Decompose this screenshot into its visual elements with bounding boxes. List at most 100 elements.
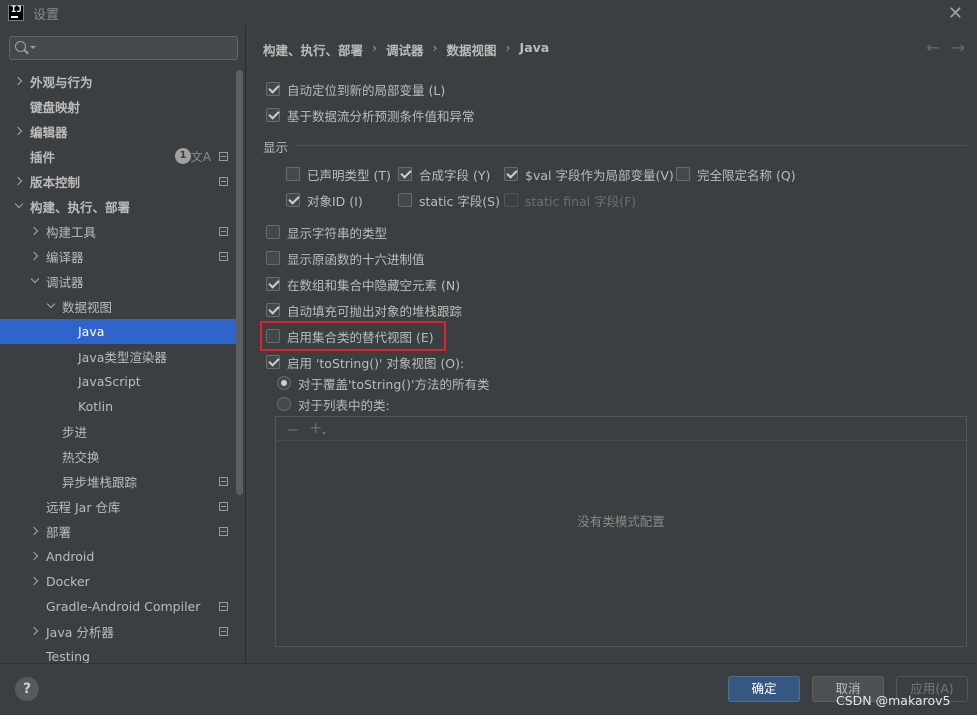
sidebar-item[interactable]: Kotlin xyxy=(0,394,236,419)
sidebar-item-label: 编译器 xyxy=(46,250,84,265)
chevron-right-icon[interactable] xyxy=(29,551,39,561)
synthetic-fields-checkbox[interactable]: 合成字段 (Y) xyxy=(398,165,490,183)
help-icon[interactable]: ? xyxy=(15,677,39,701)
sidebar-item[interactable]: 外观与行为 xyxy=(0,69,236,94)
breadcrumb-item[interactable]: 调试器 xyxy=(386,40,424,59)
project-level-icon xyxy=(219,152,228,161)
sidebar-item[interactable]: Java xyxy=(0,319,236,344)
sidebar-item[interactable]: 数据视图 xyxy=(0,294,236,319)
checkbox-box[interactable] xyxy=(286,167,300,181)
auto-locate-checkbox[interactable]: 自动定位到新的局部变量 (L) xyxy=(266,80,445,98)
checkbox-box[interactable] xyxy=(266,277,280,291)
declared-type-checkbox[interactable]: 已声明类型 (T) xyxy=(286,165,391,183)
checkbox-label: 自动定位到新的局部变量 (L) xyxy=(287,82,446,98)
sidebar-item-label: 部署 xyxy=(46,525,72,540)
static-fields-checkbox[interactable]: static 字段(S) xyxy=(398,191,500,209)
sidebar-item[interactable]: Gradle-Android Compiler xyxy=(0,594,236,619)
back-arrow-icon[interactable]: ← xyxy=(926,38,939,57)
chevron-right-icon[interactable] xyxy=(13,76,23,86)
sidebar-item[interactable]: 键盘映射 xyxy=(0,94,236,119)
class-pattern-list[interactable]: − + 没有类模式配置 xyxy=(275,416,967,647)
chevron-right-icon[interactable] xyxy=(13,126,23,136)
checkbox-box[interactable] xyxy=(286,193,300,207)
sidebar-item[interactable]: 调试器 xyxy=(0,269,236,294)
forward-arrow-icon[interactable]: → xyxy=(952,38,965,57)
sidebar-item[interactable]: Java类型渲染器 xyxy=(0,344,236,369)
object-id-checkbox[interactable]: 对象ID (I) xyxy=(286,191,363,209)
chevron-right-icon[interactable] xyxy=(29,226,39,236)
remove-icon[interactable]: − xyxy=(286,420,299,439)
breadcrumb-item[interactable]: 数据视图 xyxy=(447,40,497,59)
chevron-down-icon[interactable] xyxy=(14,199,24,209)
sidebar-item-label: Java xyxy=(78,324,105,339)
sidebar-item[interactable]: 构建、执行、部署 xyxy=(0,194,236,219)
sidebar-item-label: 编辑器 xyxy=(30,125,68,140)
sidebar-item[interactable]: JavaScript xyxy=(0,369,236,394)
checkbox-box[interactable] xyxy=(266,251,280,265)
radio-label: 对于覆盖'toString()'方法的所有类 xyxy=(298,376,490,392)
radio-all-classes[interactable]: 对于覆盖'toString()'方法的所有类 xyxy=(277,374,489,392)
sidebar-item-label: Testing xyxy=(46,649,90,663)
fqn-checkbox[interactable]: 完全限定名称 (Q) xyxy=(676,165,796,183)
chevron-right-icon[interactable] xyxy=(29,526,39,536)
tostring-view-checkbox[interactable]: 启用 'toString()' 对象视图 (O): xyxy=(266,353,464,371)
radio-circle[interactable] xyxy=(277,376,291,390)
checkbox-box[interactable] xyxy=(266,355,280,369)
breadcrumb-separator: › xyxy=(432,40,438,55)
sidebar-item-label: 异步堆栈跟踪 xyxy=(62,475,138,490)
sidebar-item[interactable]: 部署 xyxy=(0,519,236,544)
search-input[interactable] xyxy=(9,36,238,60)
sidebar-scrollbar[interactable] xyxy=(236,70,243,495)
sidebar-item[interactable]: 版本控制 xyxy=(0,169,236,194)
breadcrumb-item[interactable]: 构建、执行、部署 xyxy=(263,40,363,59)
sidebar-item[interactable]: 编辑器 xyxy=(0,119,236,144)
checkbox-box[interactable] xyxy=(676,167,690,181)
checkbox-box[interactable] xyxy=(398,193,412,207)
hide-null-checkbox[interactable]: 在数组和集合中隐藏空元素 (N) xyxy=(266,275,460,293)
hex-checkbox[interactable]: 显示原函数的十六进制值 xyxy=(266,249,425,267)
checkbox-box[interactable] xyxy=(266,82,280,96)
string-type-checkbox[interactable]: 显示字符串的类型 xyxy=(266,223,387,241)
checkbox-box[interactable] xyxy=(504,167,518,181)
checkbox-box[interactable] xyxy=(266,225,280,239)
val-fields-checkbox[interactable]: $val 字段作为局部变量(V) xyxy=(504,165,674,183)
static-final-fields-checkbox: static final 字段(F) xyxy=(504,191,636,209)
ok-button[interactable]: 确定 xyxy=(728,676,800,702)
radio-circle[interactable] xyxy=(277,397,291,411)
chevron-down-icon[interactable] xyxy=(46,299,56,309)
sidebar-item[interactable]: Testing xyxy=(0,644,236,663)
sidebar-item-label: 外观与行为 xyxy=(30,75,93,90)
add-icon[interactable]: + xyxy=(309,418,327,437)
checkbox-box[interactable] xyxy=(398,167,412,181)
chevron-right-icon[interactable] xyxy=(29,251,39,261)
sidebar-item[interactable]: Java 分析器 xyxy=(0,619,236,644)
chevron-right-icon[interactable] xyxy=(29,576,39,586)
project-level-icon xyxy=(219,477,228,486)
sidebar-item[interactable]: 插件 1 文A xyxy=(0,144,236,169)
dataflow-checkbox[interactable]: 基于数据流分析预测条件值和异常 xyxy=(266,106,475,124)
search-icon xyxy=(15,41,26,52)
settings-tree: 外观与行为键盘映射编辑器插件 1 文A 版本控制 构建、执行、部署 构建工具编译器调试器数… xyxy=(0,69,236,663)
radio-listed-classes[interactable]: 对于列表中的类: xyxy=(277,395,390,413)
sidebar-item[interactable]: 远程 Jar 仓库 xyxy=(0,494,236,519)
sidebar-item[interactable]: Android xyxy=(0,544,236,569)
search-options-caret-icon[interactable] xyxy=(30,46,36,49)
section-title-display: 显示 xyxy=(263,140,289,155)
window-title: 设置 xyxy=(33,7,60,23)
chevron-right-icon[interactable] xyxy=(29,626,39,636)
update-count-badge: 1 xyxy=(175,148,191,164)
stacktrace-checkbox[interactable]: 自动填充可抛出对象的堆栈跟踪 xyxy=(266,301,462,319)
sidebar-item[interactable]: 热交换 xyxy=(0,444,236,469)
checkbox-box[interactable] xyxy=(266,108,280,122)
breadcrumb-separator: › xyxy=(505,40,511,55)
sidebar-item[interactable]: Docker xyxy=(0,569,236,594)
sidebar-item[interactable]: 步进 xyxy=(0,419,236,444)
close-icon[interactable]: ✕ xyxy=(948,3,963,24)
sidebar-item[interactable]: 异步堆栈跟踪 xyxy=(0,469,236,494)
sidebar-item[interactable]: 编译器 xyxy=(0,244,236,269)
project-level-icon xyxy=(219,177,228,186)
sidebar-item[interactable]: 构建工具 xyxy=(0,219,236,244)
chevron-right-icon[interactable] xyxy=(13,176,23,186)
checkbox-box[interactable] xyxy=(266,303,280,317)
chevron-down-icon[interactable] xyxy=(30,274,40,284)
